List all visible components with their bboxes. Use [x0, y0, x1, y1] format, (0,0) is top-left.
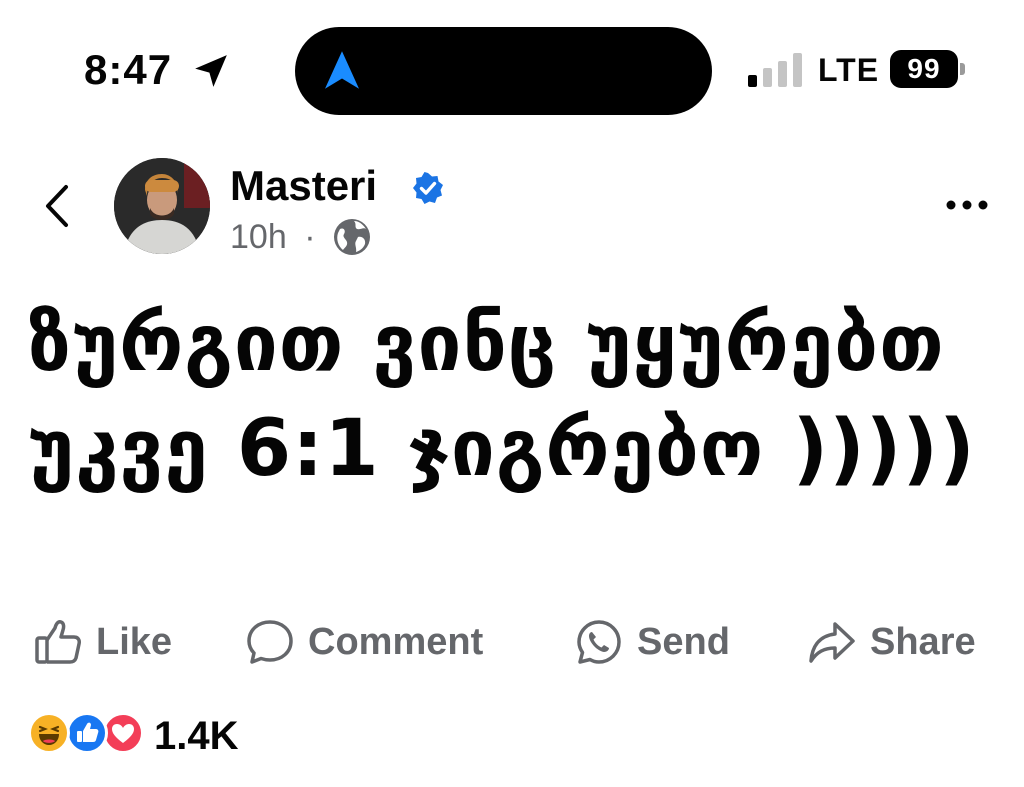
reaction-count: 1.4K: [154, 714, 239, 758]
action-bar: Like Comment Send Share: [0, 610, 1024, 680]
battery-icon: 99: [890, 50, 966, 88]
post-time[interactable]: 10h: [230, 218, 287, 256]
author-name[interactable]: Masteri: [230, 160, 377, 212]
battery-nub: [960, 63, 965, 75]
avatar-image: [114, 158, 210, 254]
haha-reaction-icon: [28, 712, 70, 754]
share-button[interactable]: Share: [808, 610, 1008, 674]
verified-badge-icon: [413, 172, 443, 204]
maps-navigation-icon: [325, 51, 359, 89]
dynamic-island[interactable]: [295, 27, 712, 115]
whatsapp-icon: [577, 620, 621, 664]
meta-separator: ·: [304, 218, 316, 256]
love-reaction-icon: [102, 712, 144, 754]
network-type: LTE: [818, 52, 880, 88]
more-options-icon[interactable]: [943, 190, 991, 220]
comment-label: Comment: [308, 621, 484, 663]
comment-bubble-icon: [247, 620, 293, 664]
battery-level: 99: [890, 50, 958, 88]
like-button[interactable]: Like: [34, 610, 194, 674]
share-label: Share: [870, 621, 976, 663]
status-time: 8:47: [84, 46, 173, 93]
location-arrow-icon: [195, 55, 227, 87]
send-button[interactable]: Send: [575, 610, 755, 674]
comment-button[interactable]: Comment: [246, 610, 526, 674]
back-chevron-icon[interactable]: [40, 183, 74, 229]
post-text: ზურგით ვინც უყურებთ უკვე 6:1 ჯიგრებო )))…: [28, 299, 976, 494]
thumbs-up-icon: [35, 620, 81, 664]
send-label: Send: [637, 621, 730, 663]
share-arrow-icon: [809, 622, 855, 663]
post-meta: 10h ·: [230, 214, 316, 260]
cellular-signal-icon: [748, 53, 802, 87]
like-reaction-icon: [66, 712, 108, 754]
reactions-summary[interactable]: 1.4K: [28, 712, 328, 762]
globe-icon: [334, 219, 370, 255]
like-label: Like: [96, 621, 173, 663]
status-bar: 8:47 LTE 99: [0, 0, 1024, 130]
author-avatar[interactable]: [114, 158, 210, 254]
